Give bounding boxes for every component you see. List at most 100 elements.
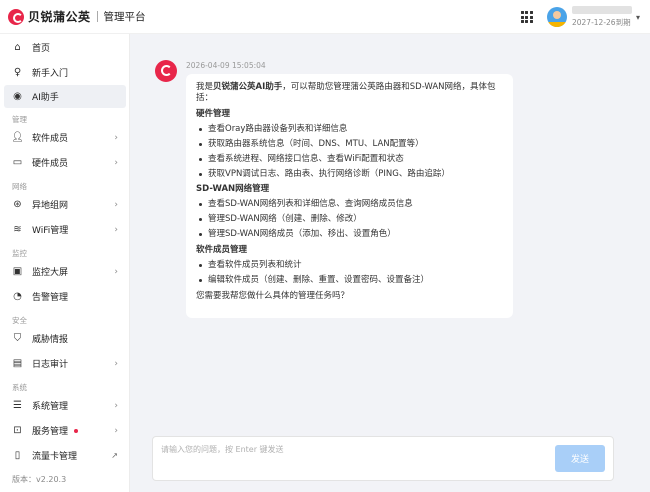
user-avatar[interactable] bbox=[546, 7, 567, 27]
sidebar-item-system-manage[interactable]: ☰ 系统管理 › bbox=[4, 394, 126, 417]
main-content: 2026-04-09 15:05:04 我是贝锐蒲公英AI助手，可以帮助您管理蒲… bbox=[130, 34, 650, 492]
sidebar-item-data-card[interactable]: ▯ 流量卡管理 ↗ bbox=[4, 444, 126, 467]
brand-logo-icon bbox=[8, 8, 24, 25]
brand-subtitle: 管理平台 bbox=[103, 11, 146, 23]
group-label-security: 安全 bbox=[12, 316, 27, 325]
section-title-sdwan: SD-WAN网络管理 bbox=[196, 184, 270, 195]
message-outro: 您需要我帮您做什么具体的管理任务吗？ bbox=[196, 291, 350, 302]
sim-card-icon: ▯ bbox=[14, 450, 21, 461]
chevron-right-icon: › bbox=[114, 266, 118, 277]
section-title-software: 软件成员管理 bbox=[196, 244, 248, 255]
list-item: 管理SD-WAN网络（创建、删除、修改） bbox=[196, 214, 503, 225]
sidebar-item-service-manage[interactable]: ⊡ 服务管理 › bbox=[4, 419, 126, 442]
sidebar-item-label: 软件成员 bbox=[32, 134, 69, 144]
list-item: 获取VPN调试日志、路由表、执行网络诊断（PING、路由追踪） bbox=[196, 169, 503, 180]
brand-separator bbox=[96, 11, 98, 22]
list-item: 查看SD-WAN网络列表和详细信息、查询网络成员信息 bbox=[196, 199, 503, 210]
chevron-right-icon: › bbox=[114, 132, 118, 143]
list-item: 获取路由器系统信息（时间、DNS、MTU、LAN配置等） bbox=[196, 139, 503, 150]
service-icon: ⊡ bbox=[13, 425, 22, 436]
sidebar-item-label: 监控大屏 bbox=[32, 268, 69, 278]
header-right: 2027-12-26到期 ▾ bbox=[520, 0, 640, 34]
message-timestamp: 2026-04-09 15:05:04 bbox=[186, 61, 266, 70]
group-label-network: 网络 bbox=[12, 182, 27, 191]
log-icon: ▤ bbox=[12, 358, 23, 369]
sidebar-item-alerts[interactable]: ◔ 告警管理 bbox=[4, 285, 126, 308]
chat-input[interactable] bbox=[161, 445, 541, 454]
version-label: 版本：v2.20.3 bbox=[12, 475, 67, 484]
group-label-system: 系统 bbox=[12, 383, 27, 392]
sidebar-item-monitor-screen[interactable]: ▣ 监控大屏 › bbox=[4, 260, 126, 283]
apps-grid-icon[interactable] bbox=[520, 11, 533, 23]
group-label-manage: 管理 bbox=[12, 115, 27, 124]
wifi-icon: ≋ bbox=[13, 224, 22, 235]
sidebar: ⌂ 首页 ♀ 新手入门 ◉ AI助手 管理 👤︎ 软件成员 › ▭ 硬件成员 ›… bbox=[0, 34, 130, 492]
section-title-hardware: 硬件管理 bbox=[196, 108, 231, 119]
sidebar-item-label: 异地组网 bbox=[32, 201, 69, 211]
chevron-right-icon: › bbox=[114, 224, 118, 235]
chat-input-box: 发送 bbox=[152, 436, 614, 481]
user-info[interactable]: 2027-12-26到期 bbox=[571, 6, 632, 28]
assistant-avatar-icon bbox=[155, 60, 177, 82]
chevron-right-icon: › bbox=[114, 358, 118, 369]
sidebar-item-wifi[interactable]: ≋ WiFi管理 › bbox=[4, 218, 126, 241]
settings-sliders-icon: ☰ bbox=[13, 400, 22, 411]
send-button[interactable]: 发送 bbox=[555, 445, 605, 472]
avatar-badge bbox=[546, 22, 567, 27]
sidebar-item-sdwan[interactable]: ⊛ 异地组网 › bbox=[4, 193, 126, 216]
bulb-icon: ♀ bbox=[13, 67, 22, 78]
notification-dot bbox=[74, 428, 79, 433]
chevron-right-icon: › bbox=[114, 199, 118, 210]
sidebar-item-label: 告警管理 bbox=[32, 293, 69, 303]
home-icon: ⌂ bbox=[14, 42, 21, 53]
sidebar-item-getting-started[interactable]: ♀ 新手入门 bbox=[4, 61, 126, 84]
list-item: 管理SD-WAN网络成员（添加、移出、设置角色） bbox=[196, 229, 503, 240]
external-link-icon: ↗ bbox=[111, 451, 118, 460]
sidebar-item-software-members[interactable]: 👤︎ 软件成员 › bbox=[4, 126, 126, 149]
monitor-icon: ▣ bbox=[12, 266, 23, 277]
user-icon: 👤︎ bbox=[11, 132, 24, 143]
sidebar-item-hardware-members[interactable]: ▭ 硬件成员 › bbox=[4, 151, 126, 174]
user-name-redacted bbox=[571, 6, 632, 14]
ai-icon: ◉ bbox=[13, 91, 22, 102]
sidebar-item-threat-intel[interactable]: ⛉ 威胁情报 bbox=[4, 327, 126, 350]
shield-icon: ⛉ bbox=[13, 333, 22, 344]
chevron-right-icon: › bbox=[114, 425, 118, 436]
chat-area: 2026-04-09 15:05:04 我是贝锐蒲公英AI助手，可以帮助您管理蒲… bbox=[142, 46, 638, 424]
section-list-software: 查看软件成员列表和统计 编辑软件成员（创建、删除、重置、设置密码、设置备注） bbox=[196, 260, 503, 286]
sidebar-item-label: 新手入门 bbox=[32, 69, 69, 79]
list-item: 编辑软件成员（创建、删除、重置、设置密码、设置备注） bbox=[196, 275, 503, 286]
sidebar-item-audit-log[interactable]: ▤ 日志审计 › bbox=[4, 352, 126, 375]
chevron-right-icon: › bbox=[114, 157, 118, 168]
section-list-hardware: 查看Oray路由器设备列表和详细信息 获取路由器系统信息（时间、DNS、MTU、… bbox=[196, 124, 503, 180]
assistant-message: 我是贝锐蒲公英AI助手，可以帮助您管理蒲公英路由器和SD-WAN网络，具体包括：… bbox=[186, 74, 513, 318]
network-icon: ⊛ bbox=[13, 199, 22, 210]
sidebar-item-label: AI助手 bbox=[32, 93, 59, 103]
intro-bold: 贝锐蒲公英AI助手 bbox=[213, 82, 283, 92]
sidebar-item-label: 服务管理 bbox=[32, 427, 69, 437]
router-icon: ▭ bbox=[12, 157, 23, 168]
brand-name: 贝锐蒲公英 bbox=[28, 10, 91, 24]
sidebar-item-label: 流量卡管理 bbox=[32, 452, 78, 462]
sidebar-item-label: 硬件成员 bbox=[32, 159, 69, 169]
list-item: 查看Oray路由器设备列表和详细信息 bbox=[196, 124, 503, 135]
user-expire-date: 2027-12-26到期 bbox=[571, 18, 631, 27]
sidebar-item-label: 威胁情报 bbox=[32, 335, 69, 345]
group-label-monitor: 监控 bbox=[12, 249, 27, 258]
sidebar-item-label: 系统管理 bbox=[32, 402, 69, 412]
intro-prefix: 我是 bbox=[196, 82, 214, 92]
sidebar-item-ai-assistant[interactable]: ◉ AI助手 bbox=[4, 85, 126, 108]
chevron-down-icon[interactable]: ▾ bbox=[636, 13, 640, 22]
chevron-right-icon: › bbox=[114, 400, 118, 411]
message-intro: 我是贝锐蒲公英AI助手，可以帮助您管理蒲公英路由器和SD-WAN网络，具体包括： bbox=[196, 82, 503, 105]
brand[interactable]: 贝锐蒲公英 管理平台 bbox=[8, 8, 146, 25]
sidebar-item-label: 日志审计 bbox=[32, 360, 69, 370]
sidebar-item-label: 首页 bbox=[32, 44, 51, 54]
sidebar-item-home[interactable]: ⌂ 首页 bbox=[4, 36, 126, 59]
top-header: 贝锐蒲公英 管理平台 2027-12-26到期 ▾ bbox=[0, 0, 650, 34]
list-item: 查看软件成员列表和统计 bbox=[196, 260, 503, 271]
section-list-sdwan: 查看SD-WAN网络列表和详细信息、查询网络成员信息 管理SD-WAN网络（创建… bbox=[196, 199, 503, 240]
bell-icon: ◔ bbox=[13, 291, 22, 302]
sidebar-item-label: WiFi管理 bbox=[32, 226, 69, 236]
list-item: 查看系统进程、网络接口信息、查看WiFi配置和状态 bbox=[196, 154, 503, 165]
